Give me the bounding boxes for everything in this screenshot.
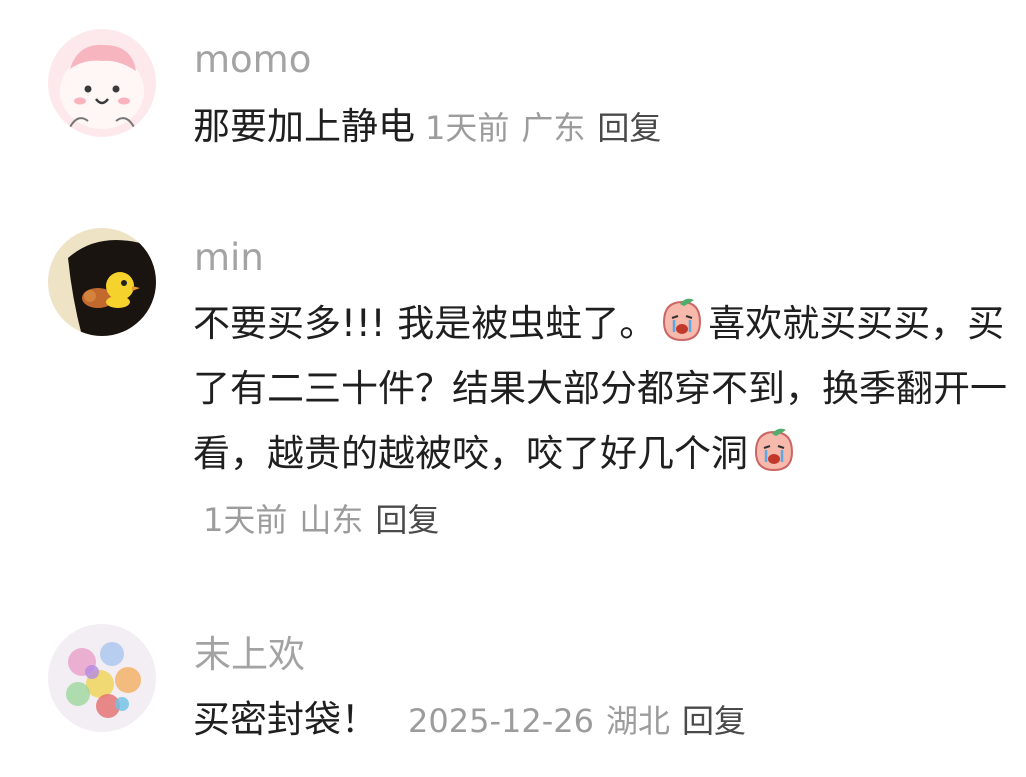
- cartoon-avatar-icon: [48, 228, 156, 336]
- comment-time: 1天前: [425, 109, 510, 147]
- reply-button[interactable]: 回复: [597, 109, 661, 147]
- username[interactable]: 末上欢: [194, 633, 305, 677]
- comment-content: 那要加上静电: [193, 105, 415, 148]
- colorful-painting-avatar-icon: [48, 624, 156, 732]
- comment-location: 湖北: [605, 702, 670, 740]
- crying-peach-emoji-icon: [658, 296, 706, 344]
- comment-location: 广东: [521, 109, 586, 147]
- cute-character-avatar-icon: [48, 29, 156, 137]
- comment-location: 山东: [299, 501, 364, 539]
- comment-content: 不要买多!!! 我是被虫蛀了。: [193, 302, 657, 345]
- comment-content: 买密封袋！: [193, 698, 378, 741]
- comment-text: 买密封袋！ 2025-12-26 湖北 回复: [193, 687, 1008, 754]
- avatar[interactable]: [48, 29, 156, 137]
- comment-time: 1天前: [203, 501, 288, 539]
- avatar[interactable]: [48, 624, 156, 732]
- comment-time: 2025-12-26: [408, 702, 594, 740]
- avatar[interactable]: [48, 228, 156, 336]
- username[interactable]: momo: [194, 38, 311, 82]
- comment-text: 不要买多!!! 我是被虫蛀了。 喜欢就买买买，买了有二三十件？结果大部分都穿不到，…: [193, 291, 1008, 553]
- comment-text: 那要加上静电 1天前 广东 回复: [193, 94, 1008, 161]
- reply-button[interactable]: 回复: [682, 702, 746, 740]
- username[interactable]: min: [194, 236, 264, 280]
- crying-peach-emoji-icon: [750, 426, 798, 474]
- reply-button[interactable]: 回复: [375, 501, 439, 539]
